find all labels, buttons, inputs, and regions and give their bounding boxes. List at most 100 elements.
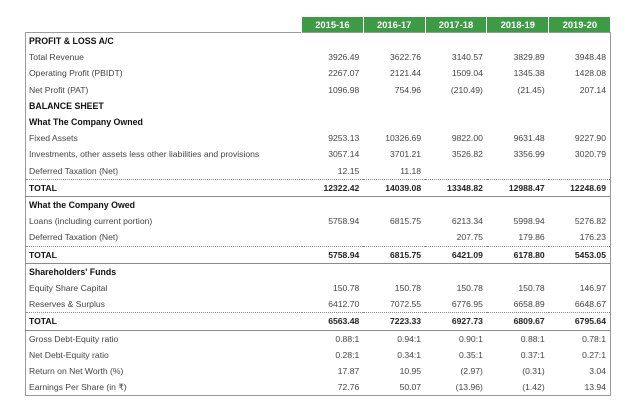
- table-row: Deferred Taxation (Net) 207.75 179.86 176.2…: [25, 229, 611, 247]
- value-cell: 9631.48: [513, 133, 545, 144]
- row-label: Loans (including current portion): [25, 213, 302, 230]
- value-cell: 1345.38: [513, 68, 545, 79]
- value-cell: 13348.82: [425, 178, 487, 198]
- value-cell: 6412.70: [328, 299, 360, 310]
- value-cell: 3926.49: [328, 52, 360, 63]
- value-cell: 150.78: [518, 283, 545, 294]
- value-cell: 754.96: [394, 84, 422, 95]
- value-cell: [487, 114, 549, 130]
- section-title: PROFIT & LOSS A/C: [25, 32, 302, 50]
- value-cell: 6815.75: [363, 245, 426, 264]
- value-cell: 9253.13: [328, 133, 360, 144]
- value-cell: 1509.04: [451, 68, 483, 79]
- table-row: Total Revenue 3926.49 3622.76 3140.57 3829.8…: [25, 49, 611, 66]
- value-cell: [363, 197, 425, 214]
- value-cell: 150.78: [456, 283, 483, 294]
- value-cell: [548, 97, 611, 115]
- value-cell: 12.15: [337, 165, 360, 176]
- row-label: TOTAL: [25, 178, 302, 198]
- table-row: Equity Share Capital 150.78 150.78 150.78 15…: [25, 280, 611, 297]
- value-cell: (21.45): [517, 84, 545, 95]
- value-cell: 12322.42: [301, 178, 364, 198]
- value-cell: 179.86: [518, 232, 545, 243]
- value-cell: 0.78:1: [548, 329, 611, 347]
- value-cell: [487, 263, 549, 280]
- value-cell: 6815.75: [390, 216, 422, 227]
- table-row: Earnings Per Share (in ₹) 72.76 50.07 (13.9…: [25, 379, 611, 397]
- value-cell: 3057.14: [328, 149, 360, 160]
- value-cell: [302, 263, 364, 280]
- value-cell: 10.95: [399, 366, 422, 377]
- value-cell: 176.23: [548, 229, 611, 247]
- section-title: BALANCE SHEET: [25, 97, 302, 115]
- value-cell: 0.88:1: [301, 329, 364, 347]
- value-cell: 6776.95: [451, 299, 483, 310]
- row-label: Deferred Taxation (Net): [25, 229, 302, 247]
- value-cell: 5276.82: [548, 213, 611, 230]
- row-label: Total Revenue: [25, 49, 302, 66]
- value-cell: 0.37:1: [520, 349, 545, 360]
- value-cell: (210.49): [450, 84, 483, 95]
- value-cell: 207.14: [548, 81, 611, 98]
- value-cell: [487, 197, 549, 214]
- value-cell: [548, 263, 611, 281]
- value-cell: [425, 98, 487, 114]
- value-cell: 9822.00: [451, 133, 483, 144]
- value-cell: [487, 163, 549, 180]
- value-cell: 6421.09: [425, 245, 487, 264]
- value-cell: 3948.48: [548, 49, 611, 66]
- value-cell: 207.75: [456, 232, 483, 243]
- value-cell: 3.04: [548, 363, 611, 380]
- year-header-cell: 2019-20: [548, 17, 611, 33]
- value-cell: 6795.64: [548, 312, 611, 331]
- row-label: Net Profit (PAT): [25, 81, 302, 98]
- value-cell: [548, 196, 611, 214]
- value-cell: 0.94:1: [363, 329, 426, 347]
- value-cell: 9227.90: [548, 130, 611, 147]
- value-cell: [487, 98, 549, 114]
- row-label: TOTAL: [25, 312, 302, 331]
- value-cell: [548, 162, 611, 180]
- section-title: What The Company Owned: [25, 114, 302, 131]
- value-cell: 0.27:1: [548, 346, 611, 364]
- value-cell: 12988.47: [486, 178, 549, 198]
- value-cell: 6927.73: [425, 312, 487, 331]
- value-cell: [302, 98, 364, 114]
- value-cell: [425, 163, 487, 180]
- value-cell: 6213.34: [451, 216, 483, 227]
- value-cell: 5998.94: [513, 216, 545, 227]
- value-cell: 0.34:1: [397, 349, 422, 360]
- value-cell: 3140.57: [451, 52, 483, 63]
- total-row: TOTAL 6563.48 7223.33 6927.73 6809.67 6795.64: [25, 312, 611, 331]
- value-cell: [302, 197, 364, 214]
- value-cell: [425, 32, 487, 50]
- value-cell: 50.07: [363, 379, 426, 397]
- value-cell: 3356.99: [513, 149, 545, 160]
- section-header-row: What the Company Owed: [25, 196, 611, 214]
- value-cell: 2267.07: [328, 68, 360, 79]
- section-title: Shareholders' Funds: [25, 263, 302, 281]
- year-header: 2015-16 2016-17 2017-18 2018-19 2019-20: [25, 17, 611, 33]
- value-cell: (13.96): [425, 379, 487, 397]
- value-cell: (2.97): [460, 366, 483, 377]
- value-cell: 0.28:1: [335, 349, 360, 360]
- value-cell: [363, 32, 426, 50]
- total-row: TOTAL 12322.42 14039.08 13348.82 12988.47 122…: [25, 178, 611, 198]
- value-cell: [486, 32, 549, 50]
- section-header-row: What The Company Owned: [25, 114, 611, 131]
- value-cell: 3622.76: [390, 52, 422, 63]
- row-label: TOTAL: [25, 245, 302, 264]
- table-row: Net Profit (PAT) 1096.98 754.96 (210.49) (21…: [25, 81, 611, 98]
- table-row: Deferred Taxation (Net) 12.15 11.18: [25, 162, 611, 180]
- value-cell: 2121.44: [390, 68, 422, 79]
- value-cell: 17.87: [337, 366, 360, 377]
- value-cell: [301, 32, 364, 50]
- value-cell: 1428.08: [548, 65, 611, 82]
- value-cell: [302, 114, 364, 130]
- row-label: Net Debt-Equity ratio: [25, 346, 302, 364]
- value-cell: [363, 263, 425, 280]
- value-cell: [363, 114, 425, 130]
- value-cell: 1096.98: [328, 84, 360, 95]
- section-header-row: BALANCE SHEET: [25, 97, 611, 115]
- value-cell: (1.42): [486, 379, 549, 397]
